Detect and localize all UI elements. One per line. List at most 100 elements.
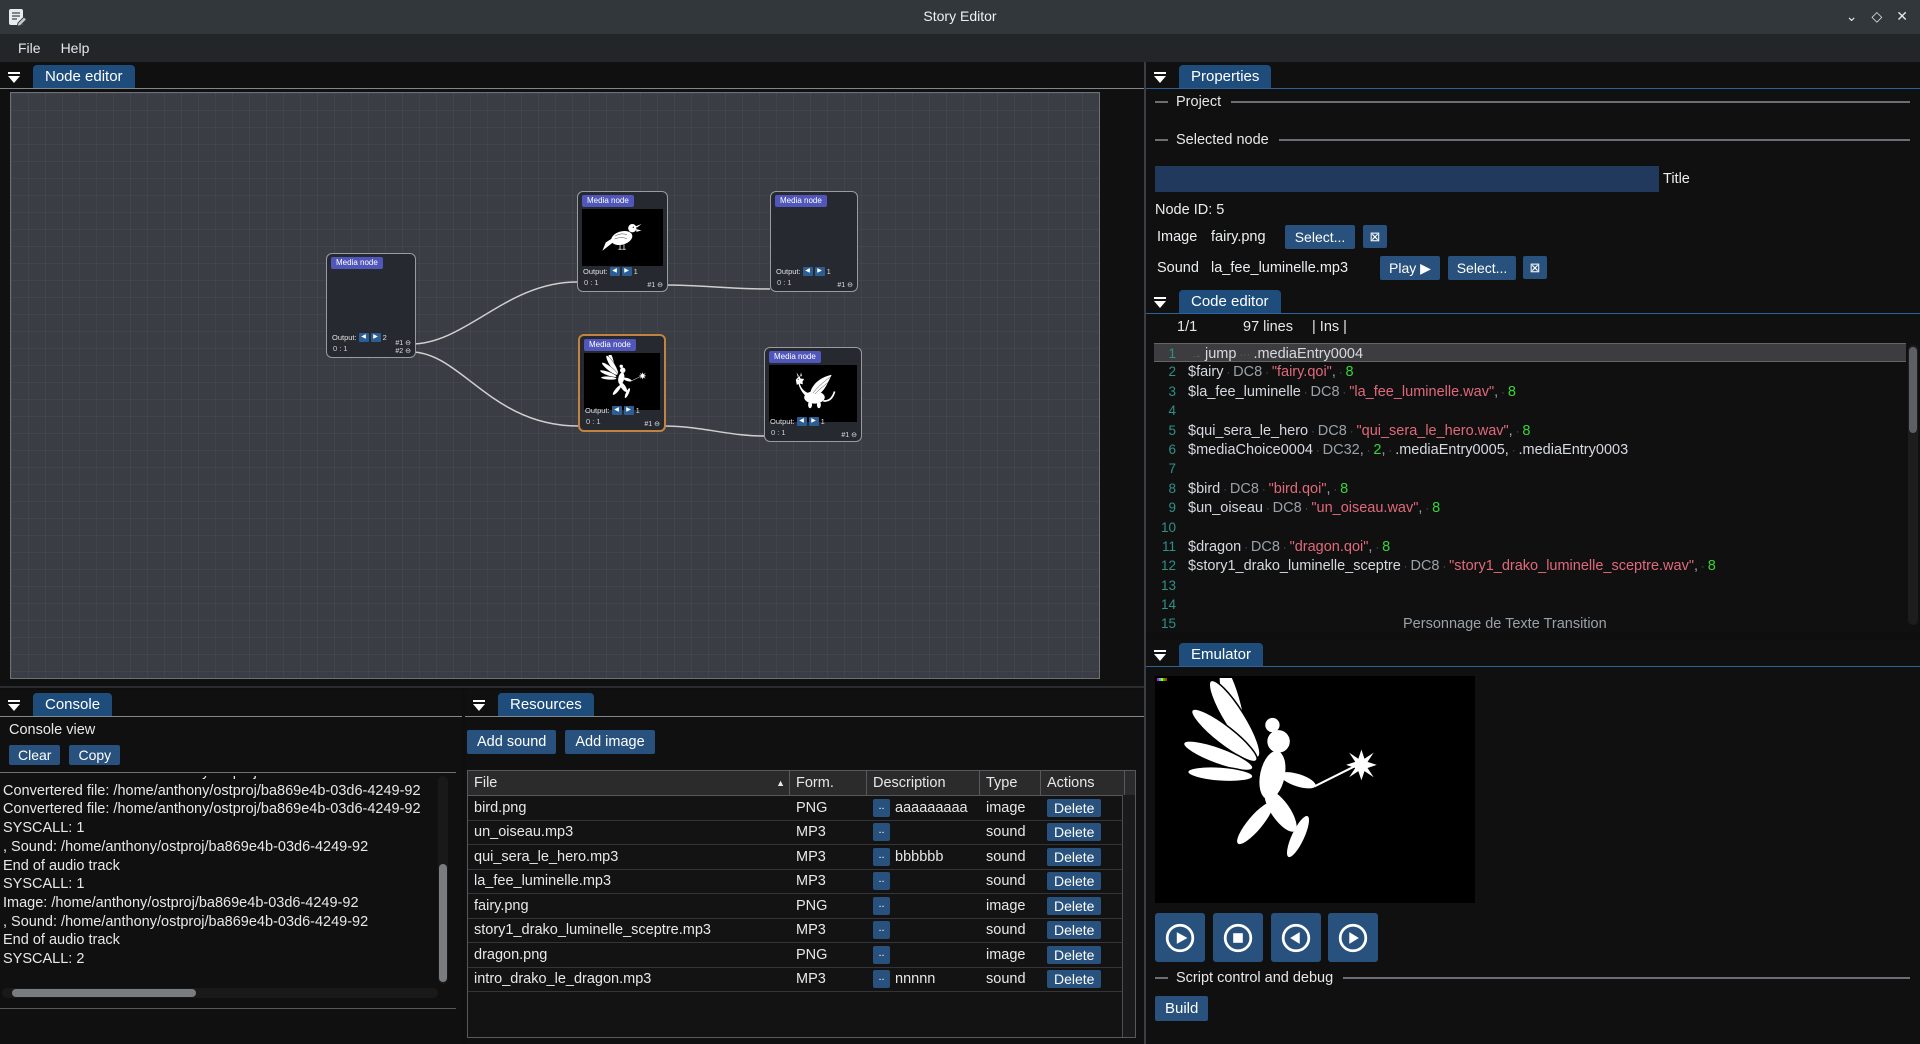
table-row[interactable]: intro_drako_le_dragon.mp3MP3..nnnnnsound… [468, 968, 1135, 993]
build-button[interactable]: Build [1155, 996, 1208, 1021]
menu-file[interactable]: File [8, 37, 51, 59]
collapse-icon[interactable] [1154, 297, 1166, 308]
code-editor-scrollbar[interactable] [1908, 345, 1918, 625]
collapse-icon[interactable] [1154, 650, 1166, 661]
sound-clear-button[interactable]: ⊠ [1523, 256, 1547, 279]
column-header-description[interactable]: Description [867, 771, 980, 795]
tab-console[interactable]: Console [33, 693, 112, 716]
code-line[interactable]: 2$fairy·DC8·"fairy.qoi",·8 [1146, 362, 1906, 381]
output-prev-button[interactable]: ◀ [359, 333, 369, 342]
code-line[interactable]: 14 [1146, 595, 1906, 614]
collapse-icon[interactable] [473, 700, 485, 711]
delete-button[interactable]: Delete [1047, 872, 1101, 890]
output-pin[interactable]: #1 ⊖ [837, 281, 853, 289]
title-input[interactable] [1155, 166, 1659, 192]
output-next-button[interactable]: ▶ [622, 267, 632, 276]
column-header-form[interactable]: Form. [790, 771, 867, 795]
add-sound-button[interactable]: Add sound [467, 730, 556, 754]
add-image-button[interactable]: Add image [565, 730, 654, 754]
code-line[interactable]: 13 [1146, 576, 1906, 595]
code-line[interactable]: 8$bird·DC8·"bird.qoi",·8 [1146, 479, 1906, 498]
code-line[interactable]: 10 [1146, 518, 1906, 537]
resources-scrollbar-track[interactable] [1122, 795, 1135, 1037]
code-line[interactable]: 1→jump···.mediaEntry0004 [1154, 343, 1906, 362]
delete-button[interactable]: Delete [1047, 799, 1101, 817]
code-line[interactable]: 4 [1146, 401, 1906, 420]
collapse-icon[interactable] [1154, 72, 1166, 83]
code-line[interactable]: 7 [1146, 459, 1906, 478]
delete-button[interactable]: Delete [1047, 823, 1101, 841]
column-header-file[interactable]: File▲ [468, 771, 790, 795]
sound-play-button[interactable]: Play ▶ [1380, 256, 1440, 280]
code-line[interactable]: 9$un_oiseau·DC8·"un_oiseau.wav",·8 [1146, 498, 1906, 517]
delete-button[interactable]: Delete [1047, 921, 1101, 939]
code-line[interactable]: 15Personnage de Texte Transition [1146, 614, 1906, 632]
media-node[interactable]: Media nodeOutput:◀▶10 : 1#1 ⊖ [770, 191, 858, 292]
table-row[interactable]: fairy.pngPNG..imageDelete [468, 894, 1135, 919]
edit-description-button[interactable]: .. [873, 921, 890, 939]
table-row[interactable]: un_oiseau.mp3MP3..soundDelete [468, 821, 1135, 846]
edit-description-button[interactable]: .. [873, 872, 890, 890]
code-line[interactable]: 3$la_fee_luminelle·DC8·"la_fee_luminelle… [1146, 382, 1906, 401]
image-clear-button[interactable]: ⊠ [1363, 225, 1387, 248]
maximize-button[interactable]: ◇ [1871, 6, 1882, 26]
output-next-button[interactable]: ▶ [624, 406, 634, 415]
code-text-area[interactable]: 1→jump···.mediaEntry00042$fairy·DC8·"fai… [1146, 343, 1906, 632]
table-row[interactable]: story1_drako_luminelle_sceptre.mp3MP3..s… [468, 919, 1135, 944]
collapse-icon[interactable] [8, 72, 20, 83]
tab-node-editor[interactable]: Node editor [33, 65, 135, 88]
play-button[interactable] [1155, 913, 1205, 962]
clear-button[interactable]: Clear [9, 745, 60, 765]
step-back-button[interactable] [1271, 913, 1321, 962]
edit-description-button[interactable]: .. [873, 823, 890, 841]
output-next-button[interactable]: ▶ [371, 333, 381, 342]
output-next-button[interactable]: ▶ [809, 417, 819, 426]
node-graph-canvas[interactable]: Media nodeOutput:◀▶20 : 1#1 ⊖#2 ⊖ Media n… [10, 92, 1100, 679]
delete-button[interactable]: Delete [1047, 946, 1101, 964]
output-pin[interactable]: #1 ⊖ [644, 420, 660, 428]
output-pin[interactable]: #2 ⊖ [395, 347, 411, 355]
output-next-button[interactable]: ▶ [815, 267, 825, 276]
close-button[interactable]: ✕ [1896, 6, 1908, 26]
delete-button[interactable]: Delete [1047, 897, 1101, 915]
table-row[interactable]: bird.pngPNG..aaaaaaaaaimageDelete [468, 796, 1135, 821]
image-select-button[interactable]: Select... [1285, 225, 1355, 249]
code-line[interactable]: 5$qui_sera_le_hero·DC8·"qui_sera_le_hero… [1146, 421, 1906, 440]
tab-properties[interactable]: Properties [1179, 65, 1271, 88]
delete-button[interactable]: Delete [1047, 970, 1101, 988]
output-prev-button[interactable]: ◀ [797, 417, 807, 426]
console-horizontal-scrollbar[interactable] [2, 988, 438, 998]
copy-button[interactable]: Copy [69, 745, 120, 765]
edit-description-button[interactable]: .. [873, 970, 890, 988]
output-prev-button[interactable]: ◀ [610, 267, 620, 276]
media-node[interactable]: Media nodeOutput:◀▶10 : 1#1 ⊖ [764, 347, 862, 442]
edit-description-button[interactable]: .. [873, 848, 890, 866]
tab-code-editor[interactable]: Code editor [1179, 290, 1281, 313]
output-pin[interactable]: #1 ⊖ [647, 281, 663, 289]
column-header-type[interactable]: Type [980, 771, 1041, 795]
table-row[interactable]: dragon.pngPNG..imageDelete [468, 943, 1135, 968]
tab-resources[interactable]: Resources [498, 693, 594, 716]
output-pin[interactable]: #1 ⊖ [841, 431, 857, 439]
stop-button[interactable] [1213, 913, 1263, 962]
code-line[interactable]: 11$dragon·DC8·"dragon.qoi",·8 [1146, 537, 1906, 556]
table-row[interactable]: qui_sera_le_hero.mp3MP3..bbbbbbsoundDele… [468, 845, 1135, 870]
edit-description-button[interactable]: .. [873, 897, 890, 915]
edit-description-button[interactable]: .. [873, 946, 890, 964]
output-pin[interactable]: #1 ⊖ [395, 339, 411, 347]
output-prev-button[interactable]: ◀ [803, 267, 813, 276]
tab-emulator[interactable]: Emulator [1179, 643, 1263, 666]
media-node-selected[interactable]: Media nodeOutput:◀▶10 : 1#1 ⊖ [578, 334, 666, 432]
minimize-button[interactable]: ⌄ [1846, 6, 1858, 26]
collapse-icon[interactable] [8, 700, 20, 711]
code-line[interactable]: 12$story1_drako_luminelle_sceptre·DC8·"s… [1146, 556, 1906, 575]
console-vertical-scrollbar[interactable] [438, 776, 448, 984]
media-node[interactable]: Media nodeOutput:◀▶20 : 1#1 ⊖#2 ⊖ [326, 253, 416, 358]
output-prev-button[interactable]: ◀ [612, 406, 622, 415]
code-line[interactable]: 6$mediaChoice0004·DC32,·2,·.mediaEntry00… [1146, 440, 1906, 459]
console-log[interactable]: Convertered file: /home/anthony/ostproj/… [3, 776, 437, 984]
column-header-actions[interactable]: Actions [1041, 771, 1125, 795]
table-row[interactable]: la_fee_luminelle.mp3MP3..soundDelete [468, 870, 1135, 895]
step-forward-button[interactable] [1328, 913, 1378, 962]
sound-select-button[interactable]: Select... [1448, 256, 1516, 280]
